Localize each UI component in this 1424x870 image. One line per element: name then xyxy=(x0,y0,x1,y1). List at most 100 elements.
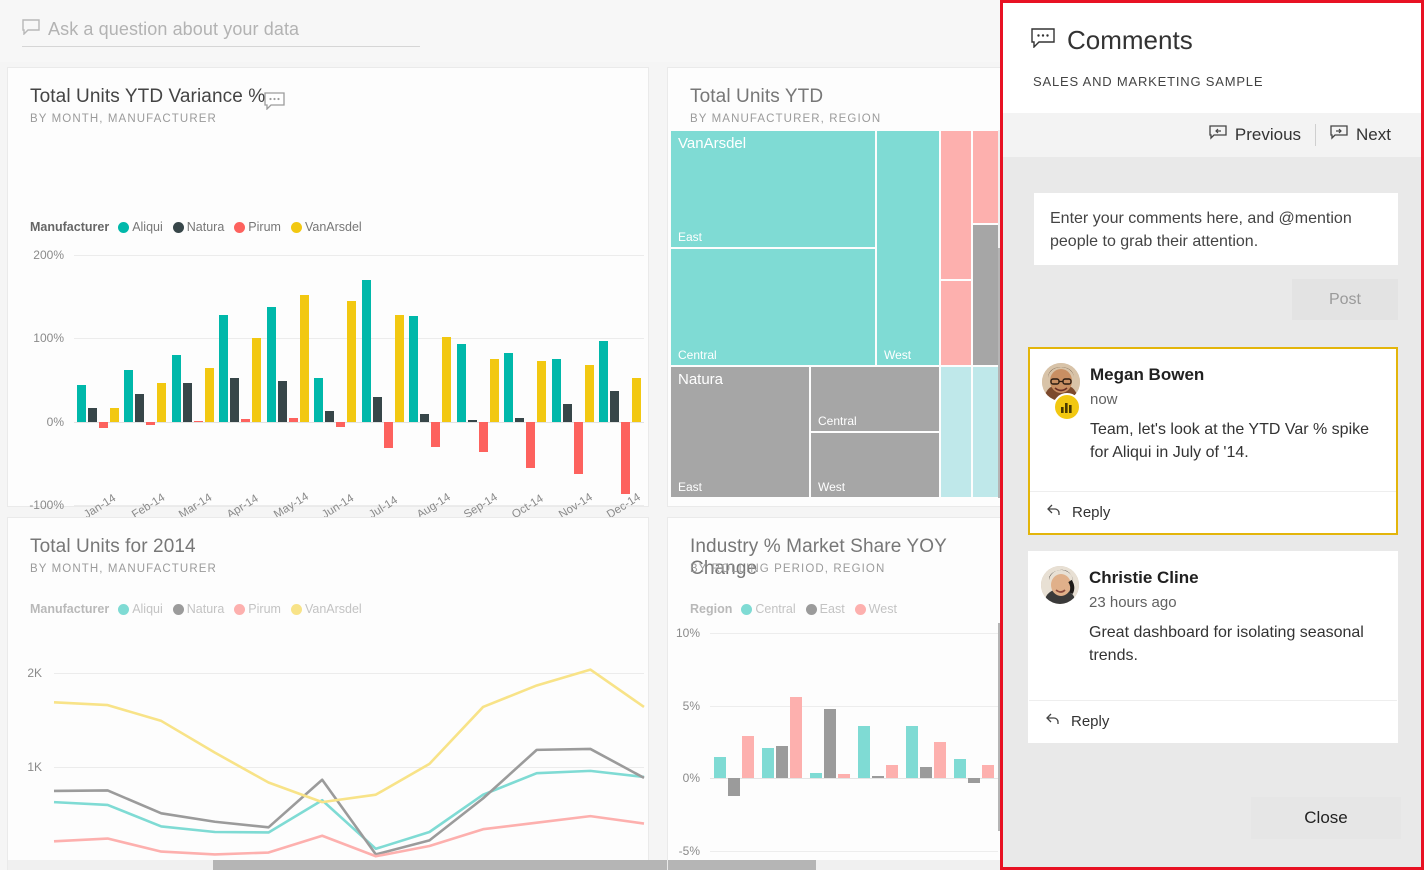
chart-industry-market-share[interactable]: 10% 5% 0% -5% xyxy=(668,623,1006,861)
comment-card[interactable]: Megan Bowen now Team, let's look at the … xyxy=(1028,347,1398,535)
bar[interactable] xyxy=(456,344,466,422)
bar[interactable] xyxy=(632,377,642,422)
bar[interactable] xyxy=(872,776,884,779)
treemap-cell[interactable]: West xyxy=(876,130,940,366)
bar[interactable] xyxy=(409,315,419,422)
bar[interactable] xyxy=(776,746,788,779)
qna-search-input[interactable]: Ask a question about your data xyxy=(22,12,420,47)
line-series[interactable] xyxy=(53,814,645,858)
bar[interactable] xyxy=(551,359,561,422)
bar[interactable] xyxy=(906,726,919,779)
bar[interactable] xyxy=(252,337,262,422)
horizontal-scrollbar-thumb[interactable] xyxy=(668,860,816,870)
bar[interactable] xyxy=(526,421,536,469)
reply-button[interactable]: Reply xyxy=(1029,700,1397,742)
legend-item[interactable]: Central xyxy=(741,602,796,616)
legend-item[interactable]: Pirum xyxy=(234,602,281,616)
bar[interactable] xyxy=(135,394,145,422)
legend-item[interactable]: Natura xyxy=(172,220,224,234)
bar[interactable] xyxy=(182,382,192,422)
tile-industry-market-share[interactable]: Industry % Market Share YOY Change BY RO… xyxy=(668,518,1006,870)
bar[interactable] xyxy=(372,396,382,422)
bar[interactable] xyxy=(504,353,514,422)
tile-total-units-2014[interactable]: Total Units for 2014 BY MONTH, MANUFACTU… xyxy=(8,518,813,870)
bar[interactable] xyxy=(325,410,335,422)
line-series[interactable] xyxy=(53,747,645,856)
bar[interactable] xyxy=(789,696,802,779)
bar[interactable] xyxy=(157,383,167,422)
bar[interactable] xyxy=(266,306,276,422)
bar[interactable] xyxy=(954,759,967,779)
bar[interactable] xyxy=(124,370,134,422)
bar[interactable] xyxy=(336,421,346,428)
bar[interactable] xyxy=(762,747,775,779)
legend-item[interactable]: Natura xyxy=(172,602,224,616)
treemap-cell[interactable]: VanArsdel East xyxy=(670,130,876,248)
bar[interactable] xyxy=(442,336,452,422)
bar[interactable] xyxy=(76,385,86,422)
bar[interactable] xyxy=(933,742,946,779)
legend-item[interactable]: East xyxy=(805,602,845,616)
bar[interactable] xyxy=(610,390,620,422)
treemap-cell[interactable]: Natura East xyxy=(670,366,810,498)
line-series[interactable] xyxy=(53,769,645,851)
bar[interactable] xyxy=(885,765,898,779)
bar[interactable] xyxy=(383,421,393,449)
bar[interactable] xyxy=(87,407,97,422)
bar[interactable] xyxy=(968,778,980,783)
bar[interactable] xyxy=(146,421,156,425)
line-series[interactable] xyxy=(53,668,645,804)
bar[interactable] xyxy=(714,756,727,779)
treemap-cell[interactable] xyxy=(940,366,972,498)
treemap-cell[interactable] xyxy=(940,130,972,280)
legend-item[interactable]: VanArsdel xyxy=(290,220,362,234)
legend-item[interactable]: Pirum xyxy=(234,220,281,234)
bar[interactable] xyxy=(299,295,309,422)
comment-card[interactable]: Christie Cline 23 hours ago Great dashbo… xyxy=(1028,551,1398,743)
treemap-cell[interactable] xyxy=(972,130,1000,224)
chart-total-units-ytd-treemap[interactable]: VanArsdel East Central West Natura East Centra… xyxy=(670,130,1000,498)
bar[interactable] xyxy=(288,418,298,422)
bar[interactable] xyxy=(741,736,754,779)
bar[interactable] xyxy=(573,421,583,475)
close-button[interactable]: Close xyxy=(1251,797,1401,839)
bar[interactable] xyxy=(394,315,404,422)
legend-item[interactable]: Aliqui xyxy=(118,220,163,234)
bar[interactable] xyxy=(537,360,547,422)
bar[interactable] xyxy=(361,280,371,422)
tile-total-units-ytd[interactable]: Total Units YTD BY MANUFACTURER, REGION … xyxy=(668,68,1006,506)
bar[interactable] xyxy=(314,378,324,422)
bar[interactable] xyxy=(98,421,108,429)
treemap-cell[interactable] xyxy=(972,224,1000,366)
bar[interactable] xyxy=(858,726,871,779)
bar[interactable] xyxy=(478,421,488,452)
bar[interactable] xyxy=(431,421,441,447)
comment-editor-input[interactable]: Enter your comments here, and @mention p… xyxy=(1034,193,1398,265)
legend-item[interactable]: VanArsdel xyxy=(290,602,362,616)
treemap-cell[interactable]: West xyxy=(810,432,940,498)
bar[interactable] xyxy=(230,378,240,422)
bar[interactable] xyxy=(824,708,836,779)
bar[interactable] xyxy=(109,407,119,422)
treemap-cell[interactable]: Central xyxy=(670,248,876,366)
treemap-cell[interactable] xyxy=(940,280,972,366)
treemap-cell[interactable] xyxy=(972,366,1000,498)
bar[interactable] xyxy=(193,420,203,423)
next-comment-button[interactable]: Next xyxy=(1316,124,1405,146)
bar[interactable] xyxy=(810,773,823,779)
bar[interactable] xyxy=(347,300,357,422)
tile-comment-icon[interactable] xyxy=(264,92,285,115)
bar[interactable] xyxy=(920,766,932,779)
bar[interactable] xyxy=(219,315,229,422)
bar[interactable] xyxy=(621,421,631,495)
tile-total-units-ytd-variance[interactable]: Total Units YTD Variance % BY MONTH, MAN… xyxy=(8,68,648,521)
bar[interactable] xyxy=(584,365,594,422)
previous-comment-button[interactable]: Previous xyxy=(1195,124,1315,146)
treemap-cell[interactable]: Central xyxy=(810,366,940,432)
bar[interactable] xyxy=(241,419,251,422)
post-comment-button[interactable]: Post xyxy=(1292,279,1398,320)
bar[interactable] xyxy=(562,404,572,422)
bar[interactable] xyxy=(204,367,214,422)
reply-button[interactable]: Reply xyxy=(1030,491,1396,533)
chart-total-units-ytd-variance[interactable]: 200% 100% 0% -100% Jan-14 Feb-14 Mar-14 Apr-14 M… xyxy=(8,243,648,521)
